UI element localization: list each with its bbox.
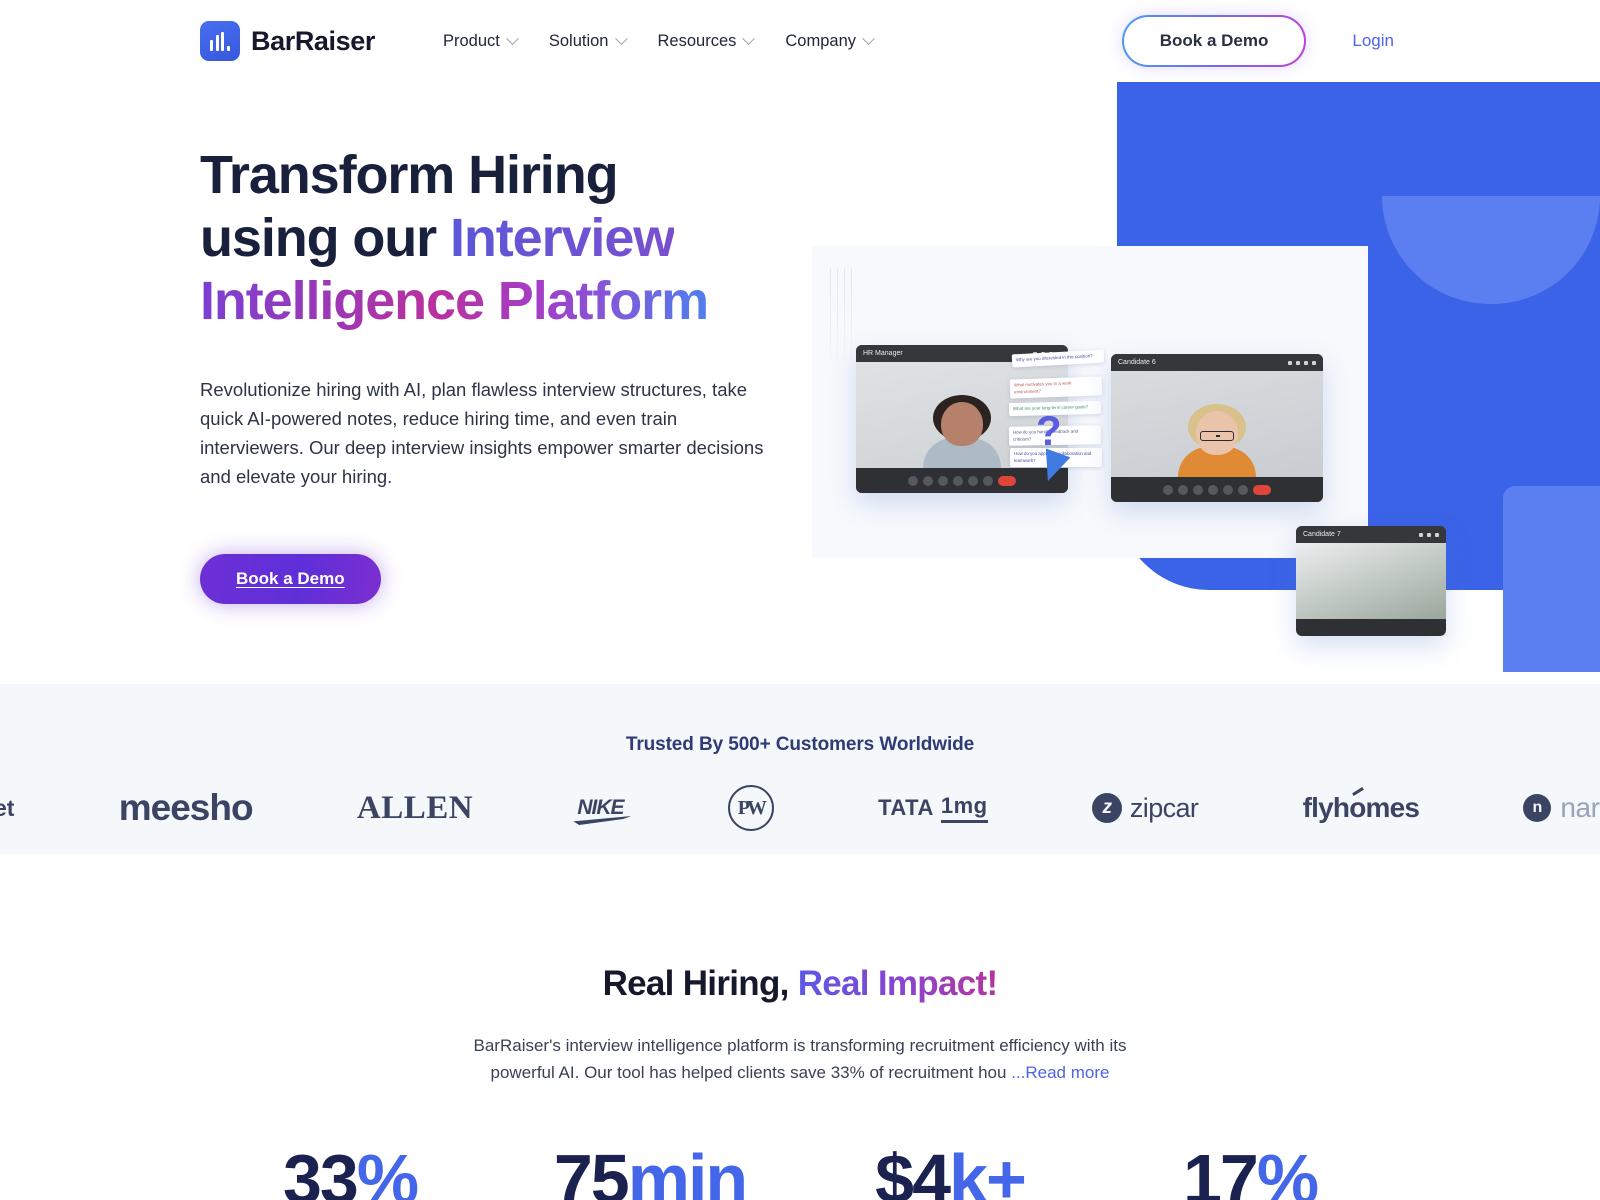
impact-title: Real Hiring, Real Impact! xyxy=(0,964,1600,1004)
header-actions: Book a Demo Login xyxy=(1122,15,1600,67)
question-card: What motivates you in a work environment… xyxy=(1009,376,1103,399)
stat-item: 17% xyxy=(1100,1144,1400,1200)
question-mark-icon: ? xyxy=(1036,407,1062,454)
candidate-avatar xyxy=(1178,404,1256,477)
hero-cta-wrapper: Book a Demo xyxy=(200,554,800,605)
logo-et: et xyxy=(0,794,15,821)
chevron-down-icon xyxy=(862,31,875,45)
book-a-demo-button-hero[interactable]: Book a Demo xyxy=(200,554,381,605)
logo-nike: NIKE xyxy=(577,796,624,819)
impact-section: Real Hiring, Real Impact! BarRaiser's in… xyxy=(0,854,1600,1200)
stat-unit: k+ xyxy=(949,1140,1027,1200)
nav-label: Product xyxy=(442,31,500,50)
stat-value: $4k+ xyxy=(800,1144,1100,1200)
hero-section: HR Manager Why are you interested in thi… xyxy=(0,82,1600,684)
chevron-down-icon xyxy=(742,31,756,45)
nav-label: Resources xyxy=(657,31,737,50)
stat-number: 17 xyxy=(1182,1140,1259,1200)
impact-title-accent: Real Impact! xyxy=(797,964,998,1003)
impact-stats: 33% 75min $4k+ 17% xyxy=(0,1144,1600,1200)
logo-tata-1mg: TATA 1mg xyxy=(878,780,988,836)
hero-square-shape xyxy=(1503,486,1600,672)
nav-item-product[interactable]: Product xyxy=(442,31,519,51)
site-header: BarRaiser Product Solution Resources Com… xyxy=(0,0,1600,82)
stat-item: 75min xyxy=(500,1144,800,1200)
logo-pw: PW xyxy=(727,780,774,836)
nav-item-company[interactable]: Company xyxy=(785,31,875,51)
main-navigation: Product Solution Resources Company xyxy=(442,31,875,51)
stat-item: $4k+ xyxy=(800,1144,1100,1200)
video-call-toolbar xyxy=(1111,477,1323,502)
trusted-by-section: Trusted By 500+ Customers Worldwide et m… xyxy=(0,684,1600,854)
brand-logo[interactable]: BarRaiser xyxy=(200,21,375,61)
hero-decorative-lines xyxy=(830,268,856,360)
stat-item: 33% xyxy=(200,1144,500,1200)
book-a-demo-button-header[interactable]: Book a Demo xyxy=(1122,15,1307,67)
stat-value: 75min xyxy=(500,1144,800,1200)
hero-copy: Transform Hiring using our Interview Int… xyxy=(200,82,800,605)
hero-description: Revolutionize hiring with AI, plan flawl… xyxy=(200,378,764,488)
video-window-controls-icon xyxy=(1419,532,1439,537)
nav-item-solution[interactable]: Solution xyxy=(548,31,628,51)
impact-description: BarRaiser's interview intelligence platf… xyxy=(455,1032,1145,1086)
video-window-candidate: Candidate 6 xyxy=(1111,354,1323,502)
logo-narvar: nnaruk xyxy=(1523,780,1600,836)
video-window-titlebar: Candidate 7 xyxy=(1296,526,1446,543)
video-feed xyxy=(1296,543,1446,619)
customer-logo-strip: et meesho ALLEN NIKE PW TATA 1mg z zipcar … xyxy=(0,780,1600,836)
interview-question-cards: Why are you interested in this position?… xyxy=(1008,349,1112,486)
video-window-title: HR Manager xyxy=(863,350,903,357)
question-card: Why are you interested in this position? xyxy=(1011,349,1105,368)
stat-number: 33 xyxy=(282,1140,359,1200)
login-link[interactable]: Login xyxy=(1352,31,1394,51)
trusted-by-title: Trusted By 500+ Customers Worldwide xyxy=(625,734,975,755)
nav-item-resources[interactable]: Resources xyxy=(657,31,756,51)
chevron-down-icon xyxy=(505,31,519,45)
stat-value: 33% xyxy=(200,1144,500,1200)
video-window-title: Candidate 6 xyxy=(1118,359,1156,366)
end-call-icon xyxy=(998,475,1016,486)
video-window-titlebar: Candidate 6 xyxy=(1111,354,1323,371)
video-window-title: Candidate 7 xyxy=(1303,531,1341,538)
hero-headline: Transform Hiring using our Interview Int… xyxy=(200,144,800,334)
stat-number: $4 xyxy=(875,1140,951,1200)
stat-unit: % xyxy=(356,1140,419,1200)
stat-number: 75 xyxy=(553,1140,630,1200)
hero-headline-line3: Intelligence Platform xyxy=(200,271,709,332)
video-feed xyxy=(1111,371,1323,477)
impact-title-plain: Real Hiring, xyxy=(602,964,798,1003)
hero-headline-line2-plain: using our xyxy=(200,208,450,269)
logo-flyhomes: flyhomes xyxy=(1302,792,1420,823)
interviewer-avatar xyxy=(923,395,1001,468)
end-call-icon xyxy=(1253,484,1271,495)
hero-headline-line1: Transform Hiring xyxy=(200,145,619,205)
nav-label: Solution xyxy=(548,31,609,50)
stat-value: 17% xyxy=(1100,1144,1400,1200)
logo-meesho: meesho xyxy=(118,787,254,828)
logo-zipcar: z zipcar xyxy=(1091,780,1199,836)
video-window-controls-icon xyxy=(1288,360,1316,365)
nav-label: Company xyxy=(785,31,856,50)
read-more-link[interactable]: ...Read more xyxy=(1011,1063,1109,1082)
brand-name: BarRaiser xyxy=(251,25,375,56)
chevron-down-icon xyxy=(614,31,628,45)
video-window-candidate-secondary: Candidate 7 xyxy=(1296,526,1446,636)
logo-allen: ALLEN xyxy=(356,789,474,826)
hero-headline-line2-accent: Interview xyxy=(449,208,675,269)
stat-unit: % xyxy=(1256,1140,1319,1200)
barraiser-logo-icon xyxy=(200,21,240,61)
stat-unit: min xyxy=(627,1140,748,1200)
